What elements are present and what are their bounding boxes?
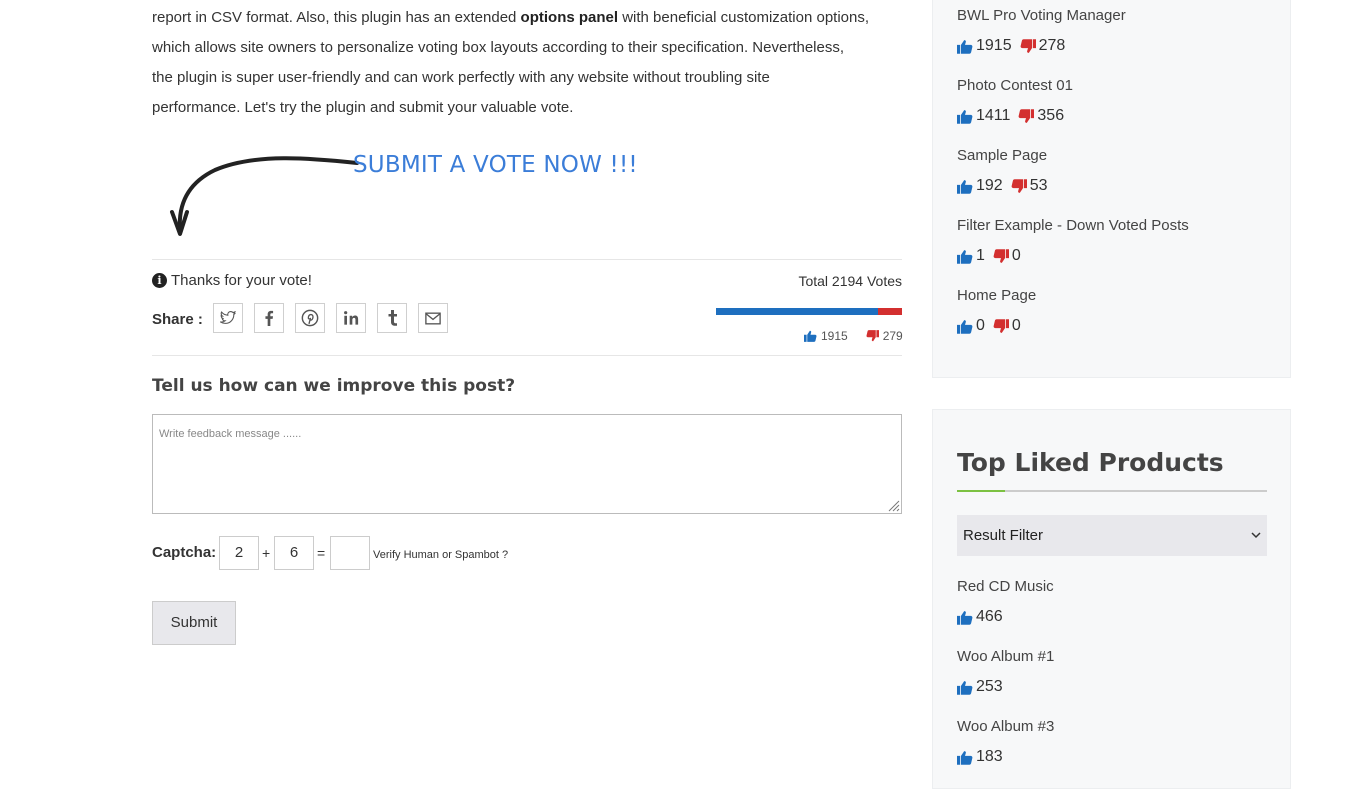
curved-arrow-icon (170, 156, 359, 236)
up-vote-count: 466 (976, 608, 1003, 625)
voted-post-counts: 10 (957, 247, 1029, 265)
voted-post-link[interactable]: Home Page (957, 287, 1036, 304)
thumbs-up-icon (957, 109, 973, 124)
voted-post-link[interactable]: Photo Contest 01 (957, 77, 1073, 94)
voted-post-counts: 192 53 (957, 177, 1056, 195)
captcha-plus: + (262, 545, 271, 561)
up-vote-count: 1915 (976, 37, 1012, 54)
thumbs-down-icon (866, 330, 879, 342)
title-underline (957, 490, 1267, 492)
captcha-equals: = (317, 545, 326, 561)
chevron-down-icon (1251, 532, 1261, 539)
voted-post-counts: 1915 278 (957, 37, 1073, 55)
linkedin-icon (344, 311, 359, 325)
down-vote-count: 53 (1029, 177, 1048, 194)
down-vote-count: 356 (1037, 107, 1065, 124)
up-vote-count: 253 (976, 678, 1003, 695)
product-link[interactable]: Woo Album #1 (957, 648, 1054, 665)
up-vote-count: 1411 (976, 107, 1011, 124)
share-twitter-button[interactable] (213, 303, 243, 333)
captcha-verify-text: Verify Human or Spambot ? (373, 549, 509, 561)
feedback-placeholder: Write feedback message ...... (159, 428, 302, 440)
tumblr-icon (388, 310, 397, 326)
pinterest-icon (301, 309, 319, 327)
vote-stats-widget: BWL Pro Voting Manager 1915 278 Photo Conte… (932, 0, 1291, 378)
up-vote-count: 183 (976, 748, 1003, 765)
voted-post-counts: 00 (957, 317, 1029, 335)
vote-ratio-up-fill (716, 308, 879, 315)
thumbs-down-icon (1011, 178, 1027, 193)
up-vote-count: 192 (976, 177, 1003, 194)
title-underline-accent (957, 490, 1005, 492)
share-facebook-button[interactable] (254, 303, 284, 333)
top-liked-widget: Top Liked Products Result Filter Red CD … (932, 409, 1291, 789)
down-vote-count: 279 (882, 329, 903, 343)
thumbs-up-icon (804, 330, 817, 342)
thumbs-down-icon (1020, 38, 1036, 53)
result-filter-value: Result Filter (963, 527, 1044, 544)
thumbs-up-icon (957, 680, 973, 695)
result-filter-select[interactable]: Result Filter (957, 515, 1267, 556)
thumbs-down-icon (1019, 108, 1035, 123)
product-like-count: 253 (957, 678, 1011, 696)
captcha-answer-input[interactable] (330, 536, 370, 570)
voted-post-link[interactable]: Sample Page (957, 147, 1047, 164)
thumbs-up-icon (957, 319, 973, 334)
intro-line-4: performance. Let's try the plugin and su… (152, 99, 574, 116)
thanks-message: Thanks for your vote! (171, 272, 312, 289)
vote-status: i Thanks for your vote! (152, 272, 312, 289)
vote-box-bottom-divider (152, 355, 902, 356)
share-email-button[interactable] (418, 303, 448, 333)
share-tumblr-button[interactable] (377, 303, 407, 333)
share-linkedin-button[interactable] (336, 303, 366, 333)
facebook-icon (265, 310, 274, 326)
captcha-label: Captcha: (152, 544, 217, 561)
info-icon: i (152, 273, 167, 288)
post-intro-text: report in CSV format. Also, this plugin … (152, 3, 902, 123)
feedback-question: Tell us how can we improve this post? (152, 376, 516, 396)
product-link[interactable]: Red CD Music (957, 578, 1054, 595)
thumbs-up-icon (957, 249, 973, 264)
total-votes: Total 2194 Votes (798, 273, 902, 289)
top-liked-title: Top Liked Products (957, 448, 1224, 477)
vote-counts: 1915 279 (804, 329, 903, 343)
share-pinterest-button[interactable] (295, 303, 325, 333)
captcha-number-1: 2 (219, 536, 259, 570)
up-vote-count: 1915 (821, 329, 848, 343)
thumbs-down-icon (993, 318, 1009, 333)
thumbs-up-icon (957, 179, 973, 194)
captcha-number-2: 6 (274, 536, 314, 570)
vote-ratio-bar (716, 308, 902, 315)
down-vote-count: 0 (1011, 247, 1021, 264)
feedback-textarea[interactable]: Write feedback message ...... (152, 414, 902, 514)
voted-post-link[interactable]: Filter Example - Down Voted Posts (957, 217, 1189, 234)
product-link[interactable]: Woo Album #3 (957, 718, 1054, 735)
twitter-icon (220, 311, 236, 324)
submit-vote-callout: SUBMIT A VOTE NOW !!! (353, 152, 638, 178)
down-vote-count: 278 (1038, 37, 1066, 54)
intro-line-3: the plugin is super user-friendly and ca… (152, 69, 770, 86)
vote-box-top-divider (152, 259, 902, 260)
share-label: Share : (152, 311, 203, 328)
thumbs-up-icon (957, 610, 973, 625)
intro-line-1b: with beneficial customization options, (618, 9, 870, 26)
thumbs-up-icon (957, 39, 973, 54)
product-like-count: 466 (957, 608, 1011, 626)
resize-grip-icon[interactable] (886, 498, 900, 512)
thumbs-up-icon (957, 750, 973, 765)
intro-line-2: which allows site owners to personalize … (152, 39, 845, 56)
up-vote-count: 0 (976, 317, 985, 334)
email-icon (425, 312, 441, 324)
down-vote-count: 0 (1011, 317, 1021, 334)
intro-bold-phrase: options panel (520, 9, 619, 26)
product-like-count: 183 (957, 748, 1011, 766)
thumbs-down-icon (993, 248, 1009, 263)
intro-line-1a: report in CSV format. Also, this plugin … (152, 9, 521, 26)
voted-post-link[interactable]: BWL Pro Voting Manager (957, 7, 1126, 24)
submit-button[interactable]: Submit (152, 601, 236, 645)
voted-post-counts: 1411 356 (957, 107, 1072, 125)
up-vote-count: 1 (976, 247, 985, 264)
